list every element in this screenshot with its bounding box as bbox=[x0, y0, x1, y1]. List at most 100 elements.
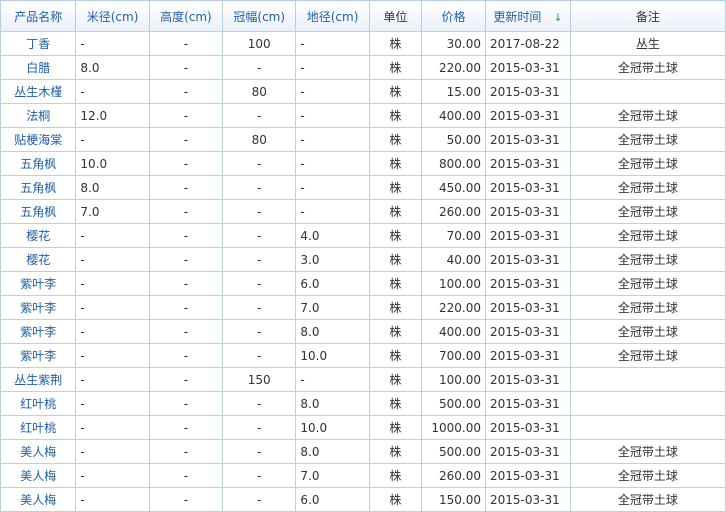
cell-name[interactable]: 白腊 bbox=[0, 55, 77, 80]
sort-down-icon: ↓ bbox=[553, 10, 563, 24]
cell-guan: - bbox=[222, 487, 297, 512]
cell-note: 全冠带土球 bbox=[569, 175, 726, 200]
cell-di: 7.0 bbox=[295, 295, 370, 320]
cell-date: 2015-03-31 bbox=[485, 127, 571, 152]
cell-guan: - bbox=[222, 391, 297, 416]
cell-guan: 80 bbox=[222, 79, 297, 104]
cell-name[interactable]: 美人梅 bbox=[0, 439, 77, 464]
cell-price: 500.00 bbox=[421, 391, 487, 416]
cell-mi: - bbox=[75, 127, 150, 152]
cell-unit: 株 bbox=[368, 103, 423, 128]
cell-mi: - bbox=[75, 295, 150, 320]
cell-di: 7.0 bbox=[295, 463, 370, 488]
cell-price: 50.00 bbox=[421, 127, 487, 152]
table-row: 丛生木槿 - -80- 株 15.00 2015-03-31 bbox=[0, 79, 726, 104]
cell-guan: - bbox=[222, 343, 297, 368]
col-header-mi[interactable]: 米径(cm) bbox=[75, 0, 150, 32]
cell-name[interactable]: 红叶桃 bbox=[0, 415, 77, 440]
cell-note: 全冠带土球 bbox=[569, 343, 726, 368]
cell-note: 全冠带土球 bbox=[569, 463, 726, 488]
header-row: 产品名称 米径(cm) 高度(cm) 冠幅(cm) 地径(cm) 单位 价格 更… bbox=[0, 0, 726, 32]
cell-di: - bbox=[295, 127, 370, 152]
cell-name[interactable]: 红叶桃 bbox=[0, 391, 77, 416]
cell-gao: - bbox=[148, 439, 224, 464]
table-row: 五角枫 8.0- - - 株 450.00 2015-03-31 全冠带土球 bbox=[0, 175, 726, 200]
col-header-guan[interactable]: 冠幅(cm) bbox=[222, 0, 297, 32]
table-row: 红叶桃 - - -10.0 株 1000.00 2015-03-31 bbox=[0, 415, 726, 440]
cell-di: 8.0 bbox=[295, 391, 370, 416]
cell-di: - bbox=[295, 175, 370, 200]
cell-gao: - bbox=[148, 151, 224, 176]
cell-unit: 株 bbox=[368, 151, 423, 176]
cell-di: 6.0 bbox=[295, 271, 370, 296]
cell-name[interactable]: 法桐 bbox=[0, 103, 77, 128]
cell-note: 全冠带土球 bbox=[569, 199, 726, 224]
cell-name[interactable]: 五角枫 bbox=[0, 151, 77, 176]
cell-name[interactable]: 紫叶李 bbox=[0, 271, 77, 296]
cell-mi: - bbox=[75, 223, 150, 248]
col-header-date[interactable]: 更新时间 ↓ bbox=[485, 0, 571, 32]
col-header-di[interactable]: 地径(cm) bbox=[295, 0, 370, 32]
cell-mi: - bbox=[75, 439, 150, 464]
col-header-note: 备注 bbox=[569, 0, 726, 32]
cell-name[interactable]: 五角枫 bbox=[0, 175, 77, 200]
cell-name[interactable]: 美人梅 bbox=[0, 487, 77, 512]
cell-name[interactable]: 紫叶李 bbox=[0, 343, 77, 368]
cell-price: 15.00 bbox=[421, 79, 487, 104]
cell-name[interactable]: 紫叶李 bbox=[0, 319, 77, 344]
cell-price: 1000.00 bbox=[421, 415, 487, 440]
cell-name[interactable]: 丛生木槿 bbox=[0, 79, 77, 104]
cell-unit: 株 bbox=[368, 31, 423, 56]
cell-price: 450.00 bbox=[421, 175, 487, 200]
cell-date: 2015-03-31 bbox=[485, 79, 571, 104]
cell-name[interactable]: 紫叶李 bbox=[0, 295, 77, 320]
cell-unit: 株 bbox=[368, 55, 423, 80]
cell-gao: - bbox=[148, 199, 224, 224]
cell-name[interactable]: 樱花 bbox=[0, 247, 77, 272]
cell-di: - bbox=[295, 151, 370, 176]
table-row: 紫叶李 - - -7.0 株 220.00 2015-03-31 全冠带土球 bbox=[0, 295, 726, 320]
cell-date: 2015-03-31 bbox=[485, 487, 571, 512]
table-row: 樱花 - - -3.0 株 40.00 2015-03-31 全冠带土球 bbox=[0, 247, 726, 272]
cell-price: 220.00 bbox=[421, 295, 487, 320]
cell-di: 10.0 bbox=[295, 343, 370, 368]
cell-date: 2015-03-31 bbox=[485, 391, 571, 416]
col-header-name[interactable]: 产品名称 bbox=[0, 0, 77, 32]
col-header-gao[interactable]: 高度(cm) bbox=[148, 0, 224, 32]
cell-date: 2015-03-31 bbox=[485, 199, 571, 224]
cell-gao: - bbox=[148, 319, 224, 344]
cell-mi: - bbox=[75, 319, 150, 344]
cell-date: 2015-03-31 bbox=[485, 319, 571, 344]
table-row: 紫叶李 - - -6.0 株 100.00 2015-03-31 全冠带土球 bbox=[0, 271, 726, 296]
cell-guan: - bbox=[222, 199, 297, 224]
cell-name[interactable]: 五角枫 bbox=[0, 199, 77, 224]
cell-gao: - bbox=[148, 271, 224, 296]
cell-name[interactable]: 贴梗海棠 bbox=[0, 127, 77, 152]
cell-name[interactable]: 丛生紫荆 bbox=[0, 367, 77, 392]
cell-note bbox=[569, 415, 726, 440]
cell-date: 2015-03-31 bbox=[485, 415, 571, 440]
cell-gao: - bbox=[148, 79, 224, 104]
cell-note: 全冠带土球 bbox=[569, 247, 726, 272]
cell-di: - bbox=[295, 199, 370, 224]
table-row: 白腊 8.0- - - 株 220.00 2015-03-31 全冠带土球 bbox=[0, 55, 726, 80]
col-header-price[interactable]: 价格 bbox=[421, 0, 487, 32]
cell-di: - bbox=[295, 55, 370, 80]
cell-date: 2015-03-31 bbox=[485, 175, 571, 200]
cell-di: 6.0 bbox=[295, 487, 370, 512]
table-row: 贴梗海棠 - -80- 株 50.00 2015-03-31 全冠带土球 bbox=[0, 127, 726, 152]
cell-unit: 株 bbox=[368, 247, 423, 272]
cell-gao: - bbox=[148, 343, 224, 368]
cell-name[interactable]: 丁香 bbox=[0, 31, 77, 56]
cell-name[interactable]: 樱花 bbox=[0, 223, 77, 248]
cell-unit: 株 bbox=[368, 415, 423, 440]
cell-unit: 株 bbox=[368, 487, 423, 512]
cell-name[interactable]: 美人梅 bbox=[0, 463, 77, 488]
cell-guan: 100 bbox=[222, 31, 297, 56]
cell-mi: 8.0 bbox=[75, 55, 150, 80]
cell-gao: - bbox=[148, 367, 224, 392]
cell-guan: - bbox=[222, 463, 297, 488]
cell-unit: 株 bbox=[368, 127, 423, 152]
cell-unit: 株 bbox=[368, 79, 423, 104]
cell-di: - bbox=[295, 103, 370, 128]
